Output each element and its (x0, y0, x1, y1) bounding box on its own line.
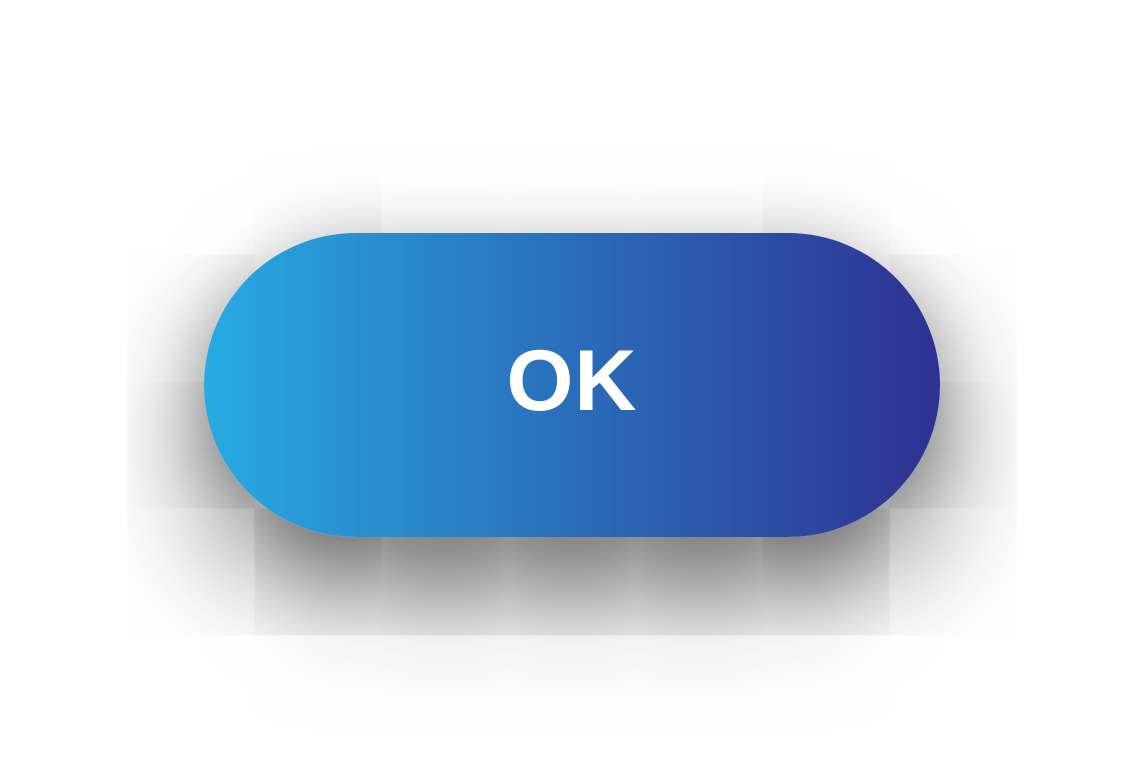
ok-button[interactable]: OK (204, 233, 940, 537)
page-canvas: OK (0, 0, 1144, 769)
ok-button-label: OK (506, 333, 638, 429)
